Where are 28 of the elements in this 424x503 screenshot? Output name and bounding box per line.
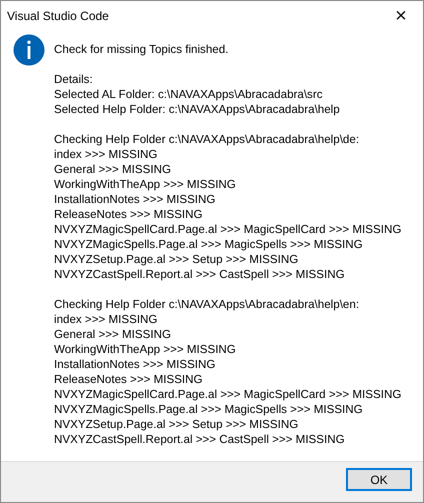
- message-line: Checking Help Folder c:\NAVAXApps\Abracadabra\help\de:: [54, 132, 360, 147]
- message-line: index >>> MISSING: [54, 147, 158, 162]
- message-line: InstallationNotes >>> MISSING: [54, 357, 216, 372]
- info-icon: [13, 34, 45, 66]
- message-line: Selected Help Folder: c:\NAVAXApps\Abracadabra\help: [54, 102, 341, 117]
- message-line: WorkingWithTheApp >>> MISSING: [54, 342, 237, 357]
- ok-button[interactable]: OK: [346, 468, 412, 491]
- window-title: Visual Studio Code: [7, 8, 109, 25]
- message-line: ReleaseNotes >>> MISSING: [54, 207, 204, 222]
- message-line: General >>> MISSING: [54, 327, 172, 342]
- message-line: Details:: [54, 72, 94, 87]
- message-line: NVXYZSetup.Page.al >>> Setup >>> MISSING: [54, 417, 300, 432]
- message-line: ReleaseNotes >>> MISSING: [54, 372, 204, 387]
- message-line: NVXYZMagicSpellCard.Page.al >>> MagicSpellCard >>> MISSING: [54, 222, 402, 237]
- message-line: NVXYZMagicSpells.Page.al >>> MagicSpells >>> MISSING: [54, 402, 364, 417]
- message-line: NVXYZMagicSpells.Page.al >>> MagicSpells >>> MISSING: [54, 237, 364, 252]
- message-line: Checking Help Folder c:\NAVAXApps\Abracadabra\help\en:: [54, 297, 360, 312]
- message-line: NVXYZCastSpell.Report.al >>> CastSpell >>> MISSING: [54, 267, 346, 282]
- message-line: NVXYZCastSpell.Report.al >>> CastSpell >>> MISSING: [54, 432, 346, 447]
- message-line: InstallationNotes >>> MISSING: [54, 192, 216, 207]
- close-button[interactable]: ×: [379, 1, 423, 31]
- message-line: NVXYZMagicSpellCard.Page.al >>> MagicSpellCard >>> MISSING: [54, 387, 402, 402]
- message-line: NVXYZSetup.Page.al >>> Setup >>> MISSING: [54, 252, 300, 267]
- message-line: Selected AL Folder: c:\NAVAXApps\Abracadabra\src: [54, 87, 324, 102]
- message-line: WorkingWithTheApp >>> MISSING: [54, 177, 237, 192]
- message-line: index >>> MISSING: [54, 312, 158, 327]
- message-headline: Check for missing Topics finished.: [54, 42, 230, 57]
- message-line: General >>> MISSING: [54, 162, 172, 177]
